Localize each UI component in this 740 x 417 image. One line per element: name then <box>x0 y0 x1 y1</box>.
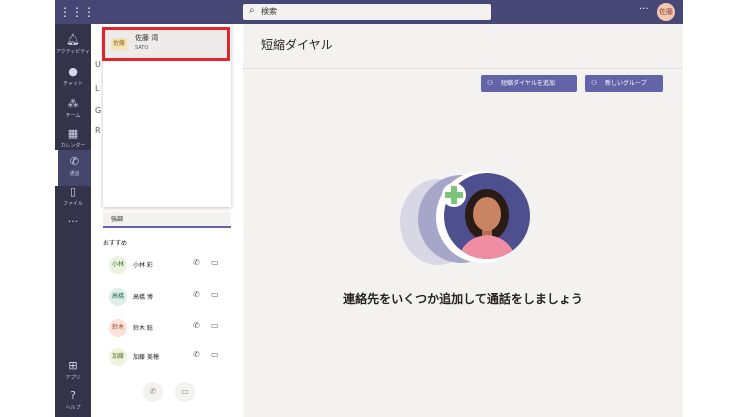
phone-icon: ✆ <box>69 155 80 168</box>
contact-name: 鈴木 聡 <box>133 325 153 332</box>
avatar: 鈴木 <box>109 319 127 337</box>
video-icon[interactable]: ▭ <box>211 350 219 359</box>
search-input[interactable]: 検索 <box>261 6 277 17</box>
rail-label: ファイル <box>62 201 83 207</box>
video-icon: ▭ <box>181 387 189 396</box>
call-icon[interactable]: ✆ <box>193 350 200 359</box>
app-rail: 🔔︎ アクティビティ ● チャット ⁂ チーム ▦ カレンダー ✆ 通話 ▯ フ… <box>55 24 91 417</box>
avatar: 加藤 <box>109 348 127 366</box>
new-group-button[interactable]: ⚇ 新しいグループ <box>585 75 663 92</box>
app-launcher-icon[interactable]: ⋮⋮⋮ <box>59 3 95 21</box>
more-icon: ··· <box>67 215 79 228</box>
profile-avatar[interactable]: 佐藤 <box>657 3 675 21</box>
suggestion-name: 佐藤 湾 <box>135 34 159 42</box>
add-person-icon: ⚇ <box>487 79 494 87</box>
rail-label: アプリ <box>65 375 81 381</box>
favorites-label: 強調 <box>111 216 124 223</box>
contact-row[interactable]: 高橋 高橋 博 ✆ ▭ <box>103 286 233 308</box>
speed-dial-panel: 短縮ダイヤル ⚇ 短縮ダイヤルを追加 ⚇ 新しいグループ 連絡先をいくつか追加し… <box>243 24 683 417</box>
favorites-header[interactable]: 強調 <box>103 212 231 228</box>
teams-app: ⋮⋮⋮ ⌕ 検索 ··· 佐藤 🔔︎ アクティビティ ● チャット ⁂ チーム … <box>55 0 683 417</box>
search-suggestions-dropdown: 佐藤 佐藤 湾 SATO <box>102 24 231 207</box>
chat-icon: ● <box>68 65 78 78</box>
rail-item-help[interactable]: ? ヘルプ <box>55 384 91 417</box>
rail-label: 通話 <box>69 171 80 177</box>
rail-label: アクティビティ <box>55 49 91 55</box>
rail-label: チャット <box>63 81 83 87</box>
list-item-label: R <box>95 126 101 135</box>
avatar: 佐藤 <box>111 38 127 50</box>
top-bar: ⋮⋮⋮ ⌕ 検索 ··· 佐藤 <box>55 0 683 24</box>
recommended-heading: おすすめ <box>103 240 128 247</box>
video-icon[interactable]: ▭ <box>211 321 219 330</box>
call-icon[interactable]: ✆ <box>193 290 200 299</box>
calendar-icon: ▦ <box>67 127 79 140</box>
contact-name: 加藤 美穂 <box>133 354 159 361</box>
search-icon: ⌕ <box>249 5 255 16</box>
file-icon: ▯ <box>69 185 77 198</box>
video-icon[interactable]: ▭ <box>211 290 219 299</box>
page-title: 短縮ダイヤル <box>261 38 333 52</box>
list-item-label: L <box>95 84 100 93</box>
contact-row[interactable]: 小林 小林 彩 ✆ ▭ <box>103 254 233 276</box>
call-icon[interactable]: ✆ <box>193 258 200 267</box>
rail-label: チーム <box>65 113 81 119</box>
contact-name: 小林 彩 <box>133 262 153 269</box>
avatar: 小林 <box>109 256 127 274</box>
list-item-label: U <box>95 60 101 69</box>
avatar: 高橋 <box>109 288 127 306</box>
add-speed-dial-label: 短縮ダイヤルを追加 <box>501 80 555 87</box>
suggestion-item-sato[interactable]: 佐藤 佐藤 湾 SATO <box>102 27 230 61</box>
call-button[interactable]: ✆ <box>143 382 163 402</box>
rail-label: カレンダー <box>60 143 86 149</box>
rail-item-activity[interactable]: 🔔︎ アクティビティ <box>55 28 91 64</box>
add-speed-dial-button[interactable]: ⚇ 短縮ダイヤルを追加 <box>481 75 577 92</box>
teams-icon: ⁂ <box>67 97 79 110</box>
more-options-icon[interactable]: ··· <box>639 4 649 15</box>
contact-row[interactable]: 鈴木 鈴木 聡 ✆ ▭ <box>103 317 233 339</box>
call-icon[interactable]: ✆ <box>193 321 200 330</box>
list-item-label: G <box>95 106 102 115</box>
search-box[interactable]: ⌕ 検索 <box>243 4 491 20</box>
suggestion-subtitle: SATO <box>135 45 149 51</box>
rail-item-chat[interactable]: ● チャット <box>55 60 91 96</box>
empty-state-illustration <box>400 171 532 271</box>
empty-state-message: 連絡先をいくつか追加して通話をしましょう <box>343 292 583 306</box>
add-plus-icon <box>442 183 466 207</box>
divider <box>243 68 683 69</box>
contacts-pane: U L G R 佐藤 佐藤 湾 SATO 強調 おすすめ 小林 小林 彩 ✆ ▭ <box>91 24 243 417</box>
video-call-button[interactable]: ▭ <box>175 382 195 402</box>
new-group-label: 新しいグループ <box>605 80 647 87</box>
apps-icon: ⊞ <box>68 359 78 372</box>
contact-row[interactable]: 加藤 加藤 美穂 ✆ ▭ <box>103 346 233 368</box>
bell-icon: 🔔︎ <box>66 33 80 46</box>
group-icon: ⚇ <box>591 79 598 87</box>
rail-label: ヘルプ <box>65 405 81 411</box>
rail-item-more[interactable]: ··· <box>55 210 91 246</box>
phone-icon: ✆ <box>149 387 157 396</box>
video-icon[interactable]: ▭ <box>211 258 219 267</box>
contact-name: 高橋 博 <box>133 294 153 301</box>
help-icon: ? <box>70 389 76 402</box>
